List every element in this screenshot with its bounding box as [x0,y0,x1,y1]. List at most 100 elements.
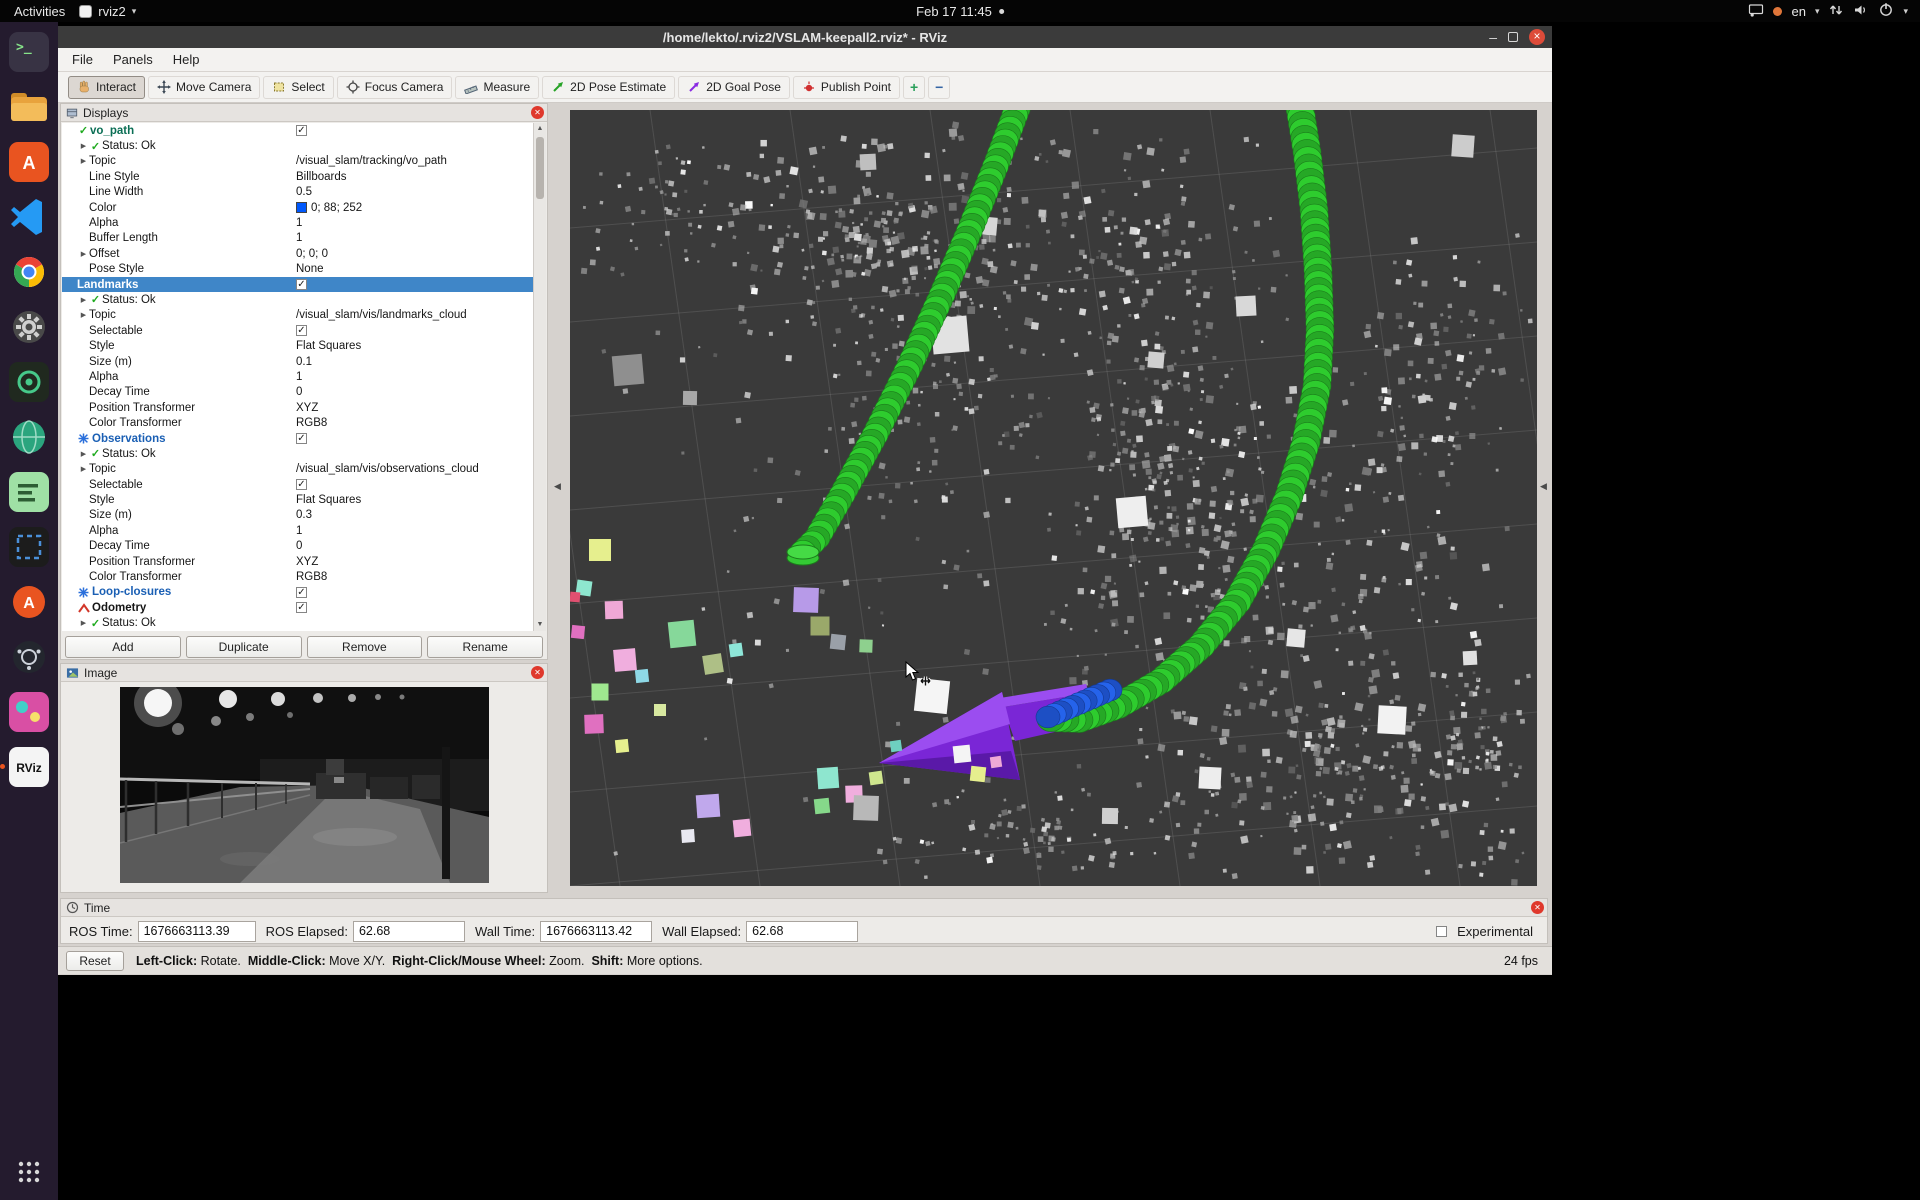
tree-row-loop-closures[interactable]: Loop-closures✓ [62,585,546,600]
time-panel-header[interactable]: Time ✕ [61,899,1547,917]
dock-item-software[interactable]: A [7,140,51,184]
menu-file[interactable]: File [62,50,103,69]
show-applications-icon[interactable] [16,1159,42,1190]
rename-button[interactable]: Rename [427,636,543,658]
tree-scrollbar[interactable]: ▲ ▼ [533,123,546,631]
tree-row-size-m-[interactable]: Size (m)0.3 [62,508,546,523]
tree-row-style[interactable]: StyleFlat Squares [62,492,546,507]
experimental-checkbox[interactable] [1436,926,1447,937]
ros-elapsed-input[interactable] [353,921,465,942]
scroll-up-icon[interactable]: ▲ [534,123,546,135]
row-checkbox[interactable]: ✓ [296,602,307,613]
expander-icon[interactable]: ▶ [78,450,89,458]
tree-row-topic[interactable]: ▶Topic/visual_slam/vis/landmarks_cloud [62,308,546,323]
dock-item-orangea[interactable]: A [7,580,51,624]
dock-item-terminal[interactable]: >_ [7,30,51,74]
row-checkbox[interactable]: ✓ [296,279,307,290]
tool-publish-point[interactable]: Publish Point [793,76,900,99]
dock-item-settings[interactable] [7,305,51,349]
tool-move-camera[interactable]: Move Camera [148,76,260,99]
tree-row-color[interactable]: Color0; 88; 252 [62,200,546,215]
close-icon[interactable]: ✕ [1531,901,1544,914]
row-checkbox[interactable]: ✓ [296,433,307,444]
system-tray[interactable]: en ▾ ▾ [1748,1,1920,21]
wall-time-input[interactable] [540,921,652,942]
tool-2d-pose-estimate[interactable]: 2D Pose Estimate [542,76,675,99]
dock-item-files[interactable] [7,85,51,129]
tree-row-pose-style[interactable]: Pose StyleNone [62,262,546,277]
remove-tool-button[interactable]: − [928,76,950,99]
tree-row-line-style[interactable]: Line StyleBillboards [62,169,546,184]
expander-icon[interactable]: ▶ [78,142,89,150]
wall-elapsed-input[interactable] [746,921,858,942]
tool-measure[interactable]: Measure [455,76,539,99]
tree-row-selectable[interactable]: Selectable✓ [62,477,546,492]
tree-row-landmarks[interactable]: Landmarks✓ [62,277,546,292]
row-checkbox[interactable]: ✓ [296,479,307,490]
row-checkbox[interactable]: ✓ [296,125,307,136]
close-icon[interactable]: ✕ [531,106,544,119]
focused-app-menu[interactable]: rviz2 ▾ [79,4,136,19]
ros-time-input[interactable] [138,921,256,942]
tree-row-alpha[interactable]: Alpha1 [62,523,546,538]
tree-row-line-width[interactable]: Line Width0.5 [62,185,546,200]
maximize-button[interactable] [1508,32,1518,42]
row-checkbox[interactable]: ✓ [296,325,307,336]
tree-row-status-ok[interactable]: ▶✓Status: Ok [62,446,546,461]
menu-panels[interactable]: Panels [103,50,163,69]
dock-item-selector[interactable] [7,525,51,569]
scroll-down-icon[interactable]: ▼ [534,619,546,631]
activities-button[interactable]: Activities [0,4,79,19]
add-tool-button[interactable]: + [903,76,925,99]
tree-row-color-transformer[interactable]: Color TransformerRGB8 [62,415,546,430]
tool-focus-camera[interactable]: Focus Camera [337,76,453,99]
tree-row-alpha[interactable]: Alpha1 [62,215,546,230]
viewport-3d[interactable] [570,110,1537,886]
menu-help[interactable]: Help [163,50,210,69]
tree-row-topic[interactable]: ▶Topic/visual_slam/tracking/vo_path [62,154,546,169]
tree-row-style[interactable]: StyleFlat Squares [62,338,546,353]
tool-select[interactable]: Select [263,76,333,99]
dock-item-globe[interactable] [7,415,51,459]
tree-row-color-transformer[interactable]: Color TransformerRGB8 [62,569,546,584]
reset-button[interactable]: Reset [66,951,124,971]
displays-panel-header[interactable]: Displays ✕ [61,104,547,122]
dock-item-code[interactable] [7,195,51,239]
experimental-toggle[interactable]: Experimental [1436,924,1533,939]
tree-row-offset[interactable]: ▶Offset0; 0; 0 [62,246,546,261]
expander-icon[interactable]: ▶ [78,157,89,165]
expander-icon[interactable]: ▶ [78,250,89,258]
dock-item-camera[interactable] [7,360,51,404]
duplicate-button[interactable]: Duplicate [186,636,302,658]
scrollbar-thumb[interactable] [536,137,544,199]
tree-row-decay-time[interactable]: Decay Time0 [62,539,546,554]
tree-row-position-transformer[interactable]: Position TransformerXYZ [62,400,546,415]
displays-tree[interactable]: ✓vo_path✓▶✓Status: Ok▶Topic/visual_slam/… [62,123,546,631]
tree-row-status-ok[interactable]: ▶✓Status: Ok [62,292,546,307]
close-icon[interactable]: ✕ [531,666,544,679]
expander-icon[interactable]: ▶ [78,296,89,304]
tool-2d-goal-pose[interactable]: 2D Goal Pose [678,76,790,99]
dock-item-chrome[interactable] [7,250,51,294]
add-button[interactable]: Add [65,636,181,658]
tool-interact[interactable]: Interact [68,76,145,99]
remove-button[interactable]: Remove [307,636,423,658]
tree-row-topic[interactable]: ▶Topic/visual_slam/vis/observations_clou… [62,462,546,477]
tree-row-observations[interactable]: Observations✓ [62,431,546,446]
expander-icon[interactable]: ▶ [78,619,89,627]
tree-row-buffer-length[interactable]: Buffer Length1 [62,231,546,246]
views-panel-collapsed[interactable]: ◀ [1537,110,1552,886]
tree-row-position-transformer[interactable]: Position TransformerXYZ [62,554,546,569]
expander-icon[interactable]: ▶ [78,311,89,319]
image-panel-header[interactable]: Image ✕ [61,664,547,682]
tree-row-status-ok[interactable]: ▶✓Status: Ok [62,616,546,631]
tree-row-odometry[interactable]: Odometry✓ [62,600,546,615]
panel-collapse-arrow-right[interactable]: ◀ [1540,481,1547,492]
minimize-button[interactable]: – [1489,32,1497,42]
tree-row-size-m-[interactable]: Size (m)0.1 [62,354,546,369]
tree-row-status-ok[interactable]: ▶✓Status: Ok [62,138,546,153]
tree-row-selectable[interactable]: Selectable✓ [62,323,546,338]
close-button[interactable]: × [1529,29,1545,45]
tree-row-alpha[interactable]: Alpha1 [62,369,546,384]
title-bar[interactable]: /home/lekto/.rviz2/VSLAM-keepall2.rviz* … [58,26,1552,48]
